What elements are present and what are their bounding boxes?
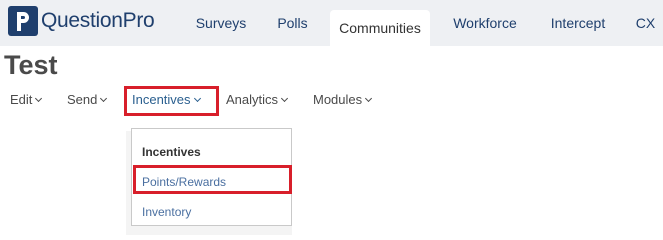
menu-analytics-label: Analytics <box>226 92 279 107</box>
questionpro-logo-icon <box>8 6 38 36</box>
menu-edit-label: Edit <box>10 92 33 107</box>
dropdown-header: Incentives <box>142 145 201 159</box>
menu-modules-label: Modules <box>313 92 363 107</box>
page-title: Test <box>4 50 58 80</box>
nav-tab-cx[interactable]: CX <box>628 0 663 46</box>
dropdown-item-inventory[interactable]: Inventory <box>142 205 191 219</box>
nav-tab-polls[interactable]: Polls <box>265 0 320 46</box>
incentives-highlight-box <box>124 86 219 116</box>
menu-analytics[interactable]: Analytics <box>226 92 289 107</box>
menu-edit[interactable]: Edit <box>10 92 43 107</box>
menu-modules[interactable]: Modules <box>313 92 373 107</box>
chevron-down-icon <box>280 94 289 102</box>
chevron-down-icon <box>35 94 43 102</box>
nav-tab-surveys[interactable]: Surveys <box>185 0 257 46</box>
top-navigation-bar: QuestionPro Surveys Polls Communities Wo… <box>0 0 663 46</box>
nav-tab-workforce[interactable]: Workforce <box>443 0 527 46</box>
menu-send[interactable]: Send <box>67 92 108 107</box>
menu-send-label: Send <box>67 92 98 107</box>
nav-tab-intercept[interactable]: Intercept <box>540 0 616 46</box>
nav-tab-communities[interactable]: Communities <box>330 10 430 46</box>
chevron-down-icon <box>100 94 108 102</box>
questionpro-logo[interactable]: QuestionPro <box>8 6 155 36</box>
brand-name: QuestionPro <box>41 9 155 32</box>
chevron-down-icon <box>365 94 373 102</box>
points-rewards-highlight-box <box>133 165 292 194</box>
